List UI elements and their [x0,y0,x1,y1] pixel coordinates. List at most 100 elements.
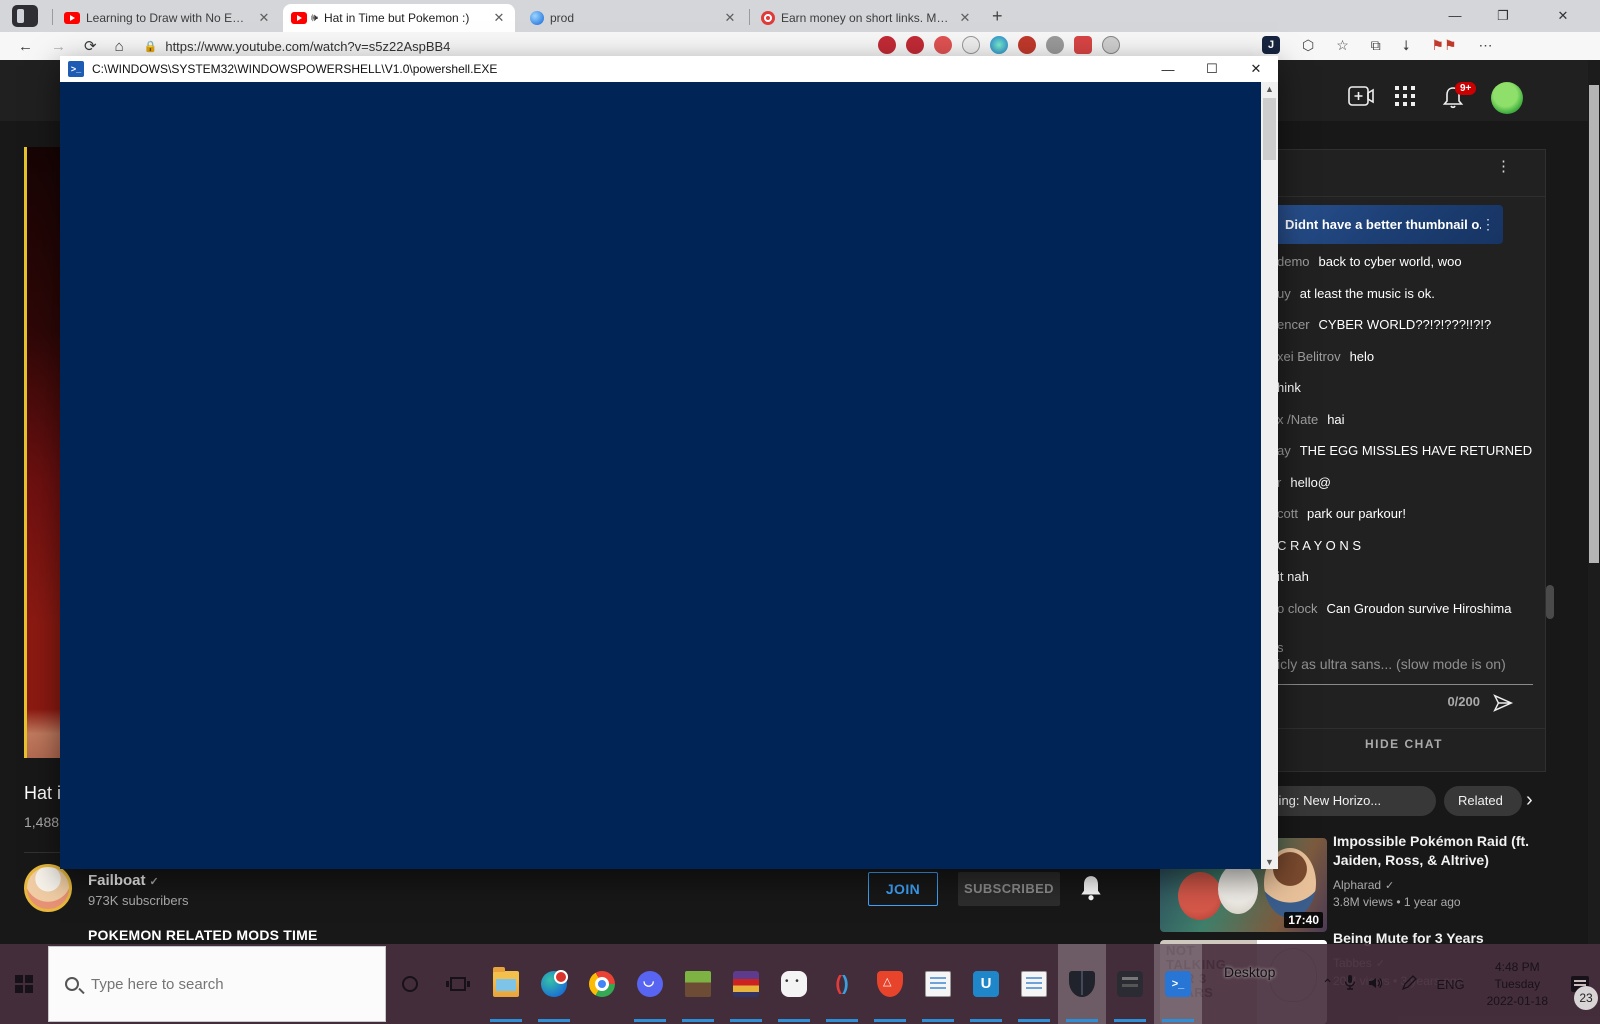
powershell-titlebar[interactable]: >_ C:\WINDOWS\SYSTEM32\WINDOWSPOWERSHELL… [60,56,1278,82]
extension-icon[interactable] [990,36,1008,54]
extension-icon[interactable] [878,36,896,54]
related-video-channel[interactable]: Alpharad✓ [1333,878,1394,892]
discord-button[interactable] [626,944,674,1024]
chrome-icon [589,971,615,997]
hide-chat-button[interactable]: HIDE CHAT [1262,737,1546,751]
extension-icon[interactable] [1046,36,1064,54]
subscription-bell-icon[interactable] [1078,874,1104,902]
chrome-button[interactable] [578,944,626,1024]
tab-hat-in-time[interactable]: 🕪 Hat in Time but Pokemon :) ✕ [283,4,515,32]
tab-learning-to-draw[interactable]: Learning to Draw with No Experi ✕ [56,4,280,32]
hidden-icons-chevron-icon[interactable]: ⌃ [1322,976,1334,993]
speaker-icon[interactable] [1367,975,1383,994]
back-icon[interactable]: ← [18,38,33,55]
extension-icon[interactable] [1018,36,1036,54]
extensions-puzzle-icon[interactable]: ⬡ [1302,37,1314,54]
task-view-button[interactable] [434,944,482,1024]
favorites-star-icon[interactable]: ☆ [1336,37,1349,54]
search-input[interactable] [91,976,341,993]
pinned-chat-message[interactable]: ✓ Didnt have a better thumbnail o... ⋮ [1247,205,1503,244]
powershell-maximize-button[interactable]: ☐ [1190,61,1234,77]
taskbar-clock[interactable]: 4:48 PM Tuesday 2022-01-18 [1487,959,1548,1010]
chat-scrollbar[interactable] [1546,585,1554,619]
powershell-console[interactable] [60,82,1278,869]
pinned-menu-icon[interactable]: ⋮ [1481,216,1495,233]
refresh-icon[interactable]: ⟳ [84,37,97,55]
downloads-icon[interactable]: ⭣ [1403,37,1410,54]
powershell-scrollbar[interactable]: ▲ ▼ [1261,82,1278,869]
page-scrollbar-thumb[interactable] [1589,85,1599,563]
browser-tab-strip: Learning to Draw with No Experi ✕ 🕪 Hat … [0,0,1600,32]
chat-input[interactable]: icly as ultra sans... (slow mode is on) [1277,656,1527,672]
tab-audio-icon[interactable]: 🕪 [311,12,318,25]
scroll-up-icon[interactable]: ▲ [1261,84,1278,94]
scrollbar-thumb[interactable] [1263,98,1276,160]
cortana-button[interactable] [386,944,434,1024]
defender-button[interactable] [1058,944,1106,1024]
subscribed-button[interactable]: SUBSCRIBED [958,872,1060,906]
tab-close-icon[interactable]: ✕ [256,10,272,26]
chips-scroll-chevron-icon[interactable]: › [1526,789,1533,812]
powershell-minimize-button[interactable]: — [1146,62,1190,77]
utorrent-button[interactable]: U [962,944,1010,1024]
collections-icon[interactable]: ⧉ [1371,37,1381,54]
filter-chip-related[interactable]: Related [1444,786,1522,816]
extension-icon[interactable] [1102,36,1120,54]
browser-menu-icon[interactable]: ⋯ [1479,37,1493,54]
extension-icon[interactable] [1074,36,1092,54]
window-close-button[interactable]: ✕ [1548,8,1578,24]
join-button[interactable]: JOIN [868,872,938,906]
channel-avatar[interactable] [24,864,72,912]
tab-close-icon[interactable]: ✕ [491,10,507,26]
edge-button[interactable] [530,944,578,1024]
video-view-count: 1,488 [24,814,59,830]
cursor-extension-icon[interactable] [962,36,980,54]
chat-message-list[interactable]: demoback to cyber world, woo uyat least … [1277,246,1539,626]
language-indicator[interactable]: ENG [1436,977,1464,992]
extension-icon[interactable] [906,36,924,54]
flags-extension-icon[interactable]: ⚑⚑ [1431,37,1456,54]
chat-menu-icon[interactable]: ⋮ [1496,163,1502,170]
powershell-taskbar-button[interactable]: >_ [1154,944,1202,1024]
powershell-close-button[interactable]: ✕ [1234,61,1278,77]
notepad2-button[interactable] [1010,944,1058,1024]
tab-earn-money[interactable]: Earn money on short links. Make ✕ [753,4,981,32]
new-tab-button[interactable]: + [992,7,1003,25]
create-video-icon[interactable] [1348,86,1374,111]
taskbar-search[interactable] [48,946,386,1022]
home-icon[interactable]: ⌂ [115,38,124,55]
address-bar[interactable]: 🔒 https://www.youtube.com/watch?v=s5z22A… [144,39,451,54]
powershell-window[interactable]: >_ C:\WINDOWS\SYSTEM32\WINDOWSPOWERSHELL… [60,56,1278,869]
extension-j-icon[interactable]: J [1262,36,1280,54]
minecraft-button[interactable] [674,944,722,1024]
controller-app-button[interactable] [770,944,818,1024]
apps-grid-icon[interactable] [1395,86,1415,111]
send-message-icon[interactable] [1492,692,1514,714]
scroll-down-icon[interactable]: ▼ [1261,857,1278,867]
action-center-button[interactable]: 23 [1560,944,1600,1024]
ryujinx-button[interactable]: () [818,944,866,1024]
start-button[interactable] [0,944,48,1024]
tab-prod[interactable]: prod ✕ [522,4,746,32]
windows-logo-icon [15,975,33,993]
tab-close-icon[interactable]: ✕ [957,10,973,26]
tab-title: Earn money on short links. Make [781,11,951,25]
microphone-icon[interactable] [1342,974,1358,995]
forward-icon[interactable]: → [51,38,66,55]
window-minimize-button[interactable]: — [1440,8,1470,23]
winrar-button[interactable] [722,944,770,1024]
notepad-button[interactable] [914,944,962,1024]
extension-icon[interactable] [934,36,952,54]
tab-close-icon[interactable]: ✕ [722,10,738,26]
channel-name[interactable]: Failboat✓ [88,872,159,889]
browser-profile-icon[interactable] [12,5,38,27]
video-player[interactable] [24,147,60,758]
file-explorer-button[interactable] [482,944,530,1024]
user-avatar[interactable] [1491,82,1523,114]
related-video-title[interactable]: Impossible Pokémon Raid (ft. Jaiden, Ros… [1333,832,1533,870]
window-restore-button[interactable]: ❐ [1488,8,1518,24]
pen-icon[interactable] [1401,975,1417,994]
brave-button[interactable] [866,944,914,1024]
device-app-button[interactable] [1106,944,1154,1024]
video-title: Hat i [24,783,61,804]
